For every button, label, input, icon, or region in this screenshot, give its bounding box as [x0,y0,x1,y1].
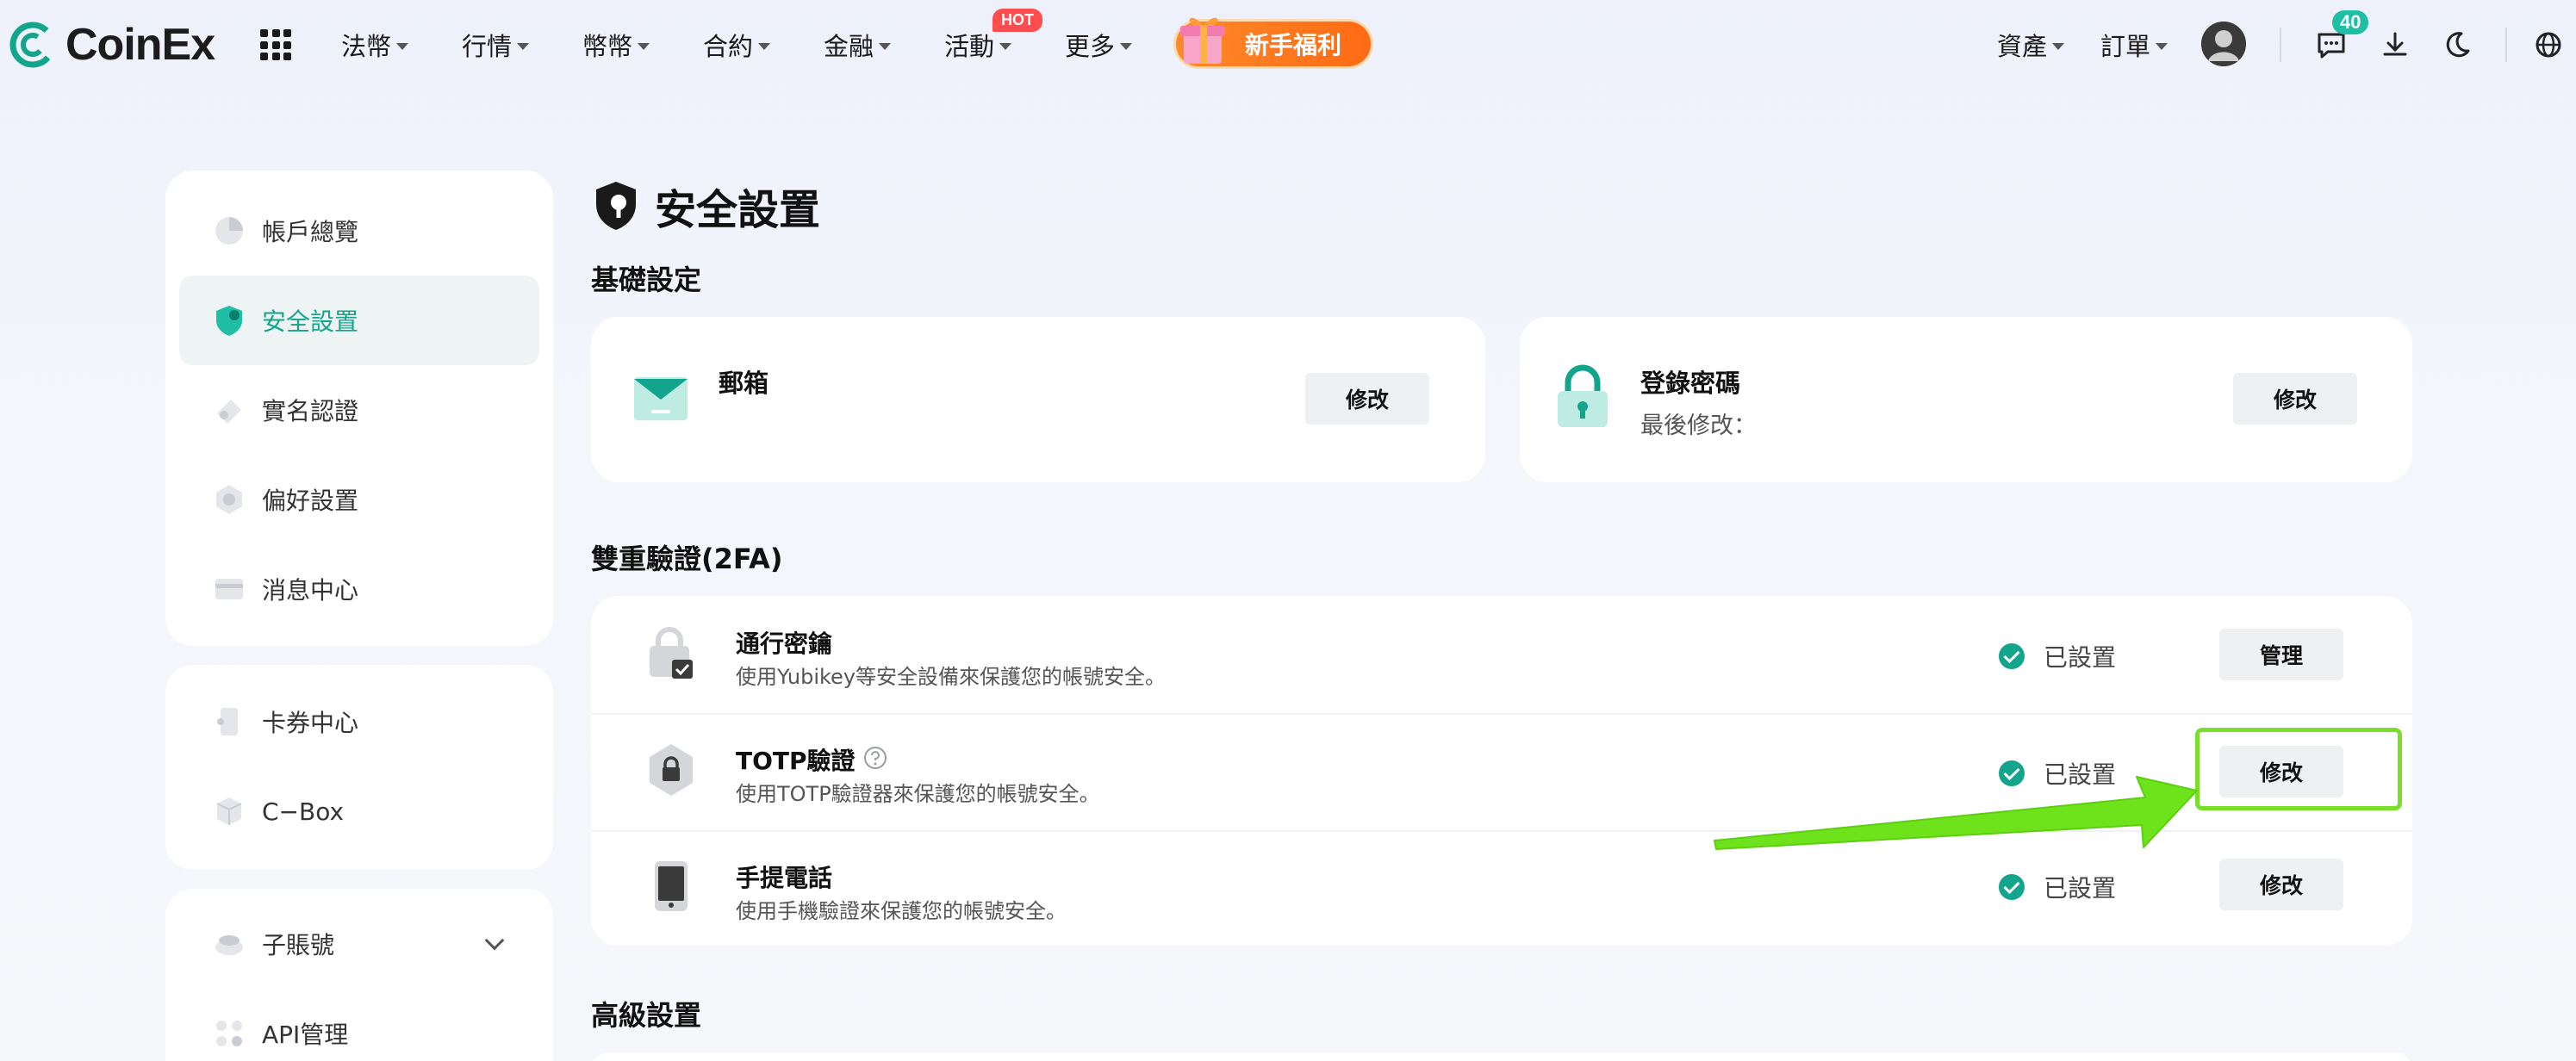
caret-down-icon [638,43,650,50]
phone-title: 手提電話 [736,864,833,892]
brand-name: CoinEx [65,20,215,70]
phone-status: 已設置 [1999,870,2116,904]
caret-down-icon [396,43,409,50]
row-divider [591,830,2412,832]
id-card-icon [217,400,241,424]
assets-menu[interactable]: 資產 [1997,26,2065,64]
top-navigation: CoinEx 法幣 行情 幣幣 合約 金融 活動 HOT 更多 新手福利 資產 … [0,0,2576,90]
nav-markets[interactable]: 行情 [462,26,530,64]
sidebar-item-subaccounts[interactable]: 子賬號 [179,899,539,989]
nav-futures[interactable]: 合約 [703,26,771,64]
passkey-description: 使用Yubikey等安全設備來保護您的帳號安全。 [736,665,1167,689]
page-title: 安全設置 [593,176,820,236]
totp-description: 使用TOTP驗證器來保護您的帳號安全。 [736,782,1100,806]
user-silhouette-icon [2201,22,2246,66]
message-count-badge: 40 [2332,10,2369,34]
check-circle-icon [1999,874,2025,900]
modify-phone-button[interactable]: 修改 [2219,859,2343,910]
nav-divider [2280,28,2281,62]
caret-down-icon [758,43,771,50]
download-icon[interactable] [2376,26,2414,64]
language-globe-icon [2536,32,2561,58]
modify-password-button[interactable]: 修改 [2233,373,2357,425]
sidebar-item-messages[interactable]: 消息中心 [179,544,539,634]
caret-down-icon [879,43,892,50]
sidebar-advanced-group: 子賬號 API管理 [165,889,553,1061]
password-title: 登錄密碼 [1640,369,1741,398]
api-icon [216,1021,242,1046]
nav-spot[interactable]: 幣幣 [582,26,650,64]
lock-icon [1558,364,1608,427]
passkey-status: 已設置 [1999,639,2116,673]
nav-fiat[interactable]: 法幣 [341,26,409,64]
row-divider [591,713,2412,715]
highlight-box [2195,728,2402,810]
shield-icon [216,306,242,336]
envelope-icon [634,377,688,420]
caret-down-icon [517,43,530,50]
orders-menu[interactable]: 訂單 [2100,26,2168,64]
caret-down-icon [2156,43,2168,50]
download-arrow-icon [2383,32,2407,56]
advanced-card [591,1052,2412,1061]
dark-mode-icon [2446,32,2470,58]
check-circle-icon [1999,760,2025,786]
pie-chart-icon [215,217,243,245]
sidebar-item-kyc[interactable]: 實名認證 [179,365,539,455]
manage-passkey-button[interactable]: 管理 [2219,629,2343,680]
avatar-icon[interactable] [2201,22,2246,66]
settings-icon [216,485,242,514]
passkey-icon [650,627,693,679]
apps-grid-icon[interactable] [260,29,291,60]
shield-icon [596,182,636,230]
caret-down-icon [2052,43,2065,50]
gift-icon [1180,17,1225,64]
section-title-basic: 基礎設定 [591,264,702,296]
passkey-title: 通行密鑰 [736,630,833,658]
totp-title: TOTP驗證 [736,747,856,775]
inbox-icon [215,579,243,599]
box-icon [216,797,242,825]
chevron-down-icon [484,930,505,951]
phone-icon [655,861,688,911]
check-circle-icon [1999,643,2025,669]
section-title-2fa: 雙重驗證(2FA) [591,543,783,575]
totp-icon [650,744,693,796]
coinex-logo[interactable]: CoinEx [9,19,215,71]
caret-down-icon [1120,43,1133,50]
sidebar-item-cbox[interactable]: C−Box [179,766,539,856]
password-last-modified: 最後修改： [1640,413,1757,439]
help-icon[interactable] [863,746,887,770]
subaccount-icon [215,935,243,955]
modify-email-button[interactable]: 修改 [1305,373,1429,425]
hot-badge: HOT [992,9,1042,32]
sidebar-account-group: 帳戶總覽 安全設置 實名認證 偏好設置 消息中心 [165,171,553,646]
nav-finance[interactable]: 金融 [824,26,892,64]
sidebar-item-coupons[interactable]: 卡券中心 [179,677,539,766]
sidebar-item-preferences[interactable]: 偏好設置 [179,455,539,544]
globe-icon[interactable] [2529,26,2567,64]
email-title: 郵箱 [719,369,769,398]
sidebar-item-account-overview[interactable]: 帳戶總覽 [179,186,539,276]
phone-description: 使用手機驗證來保護您的帳號安全。 [736,899,1067,923]
nav-divider [2505,28,2507,62]
moon-icon[interactable] [2438,26,2476,64]
coupon-icon [217,708,238,735]
section-title-advanced: 高級設置 [591,999,702,1032]
sidebar-rewards-group: 卡券中心 C−Box [165,665,553,870]
totp-status: 已設置 [1999,756,2116,791]
caret-down-icon [999,43,1012,50]
coinex-logo-icon [9,22,56,68]
sidebar-item-api[interactable]: API管理 [179,989,539,1061]
nav-more[interactable]: 更多 [1065,26,1133,64]
sidebar-item-security[interactable]: 安全設置 [179,276,539,365]
